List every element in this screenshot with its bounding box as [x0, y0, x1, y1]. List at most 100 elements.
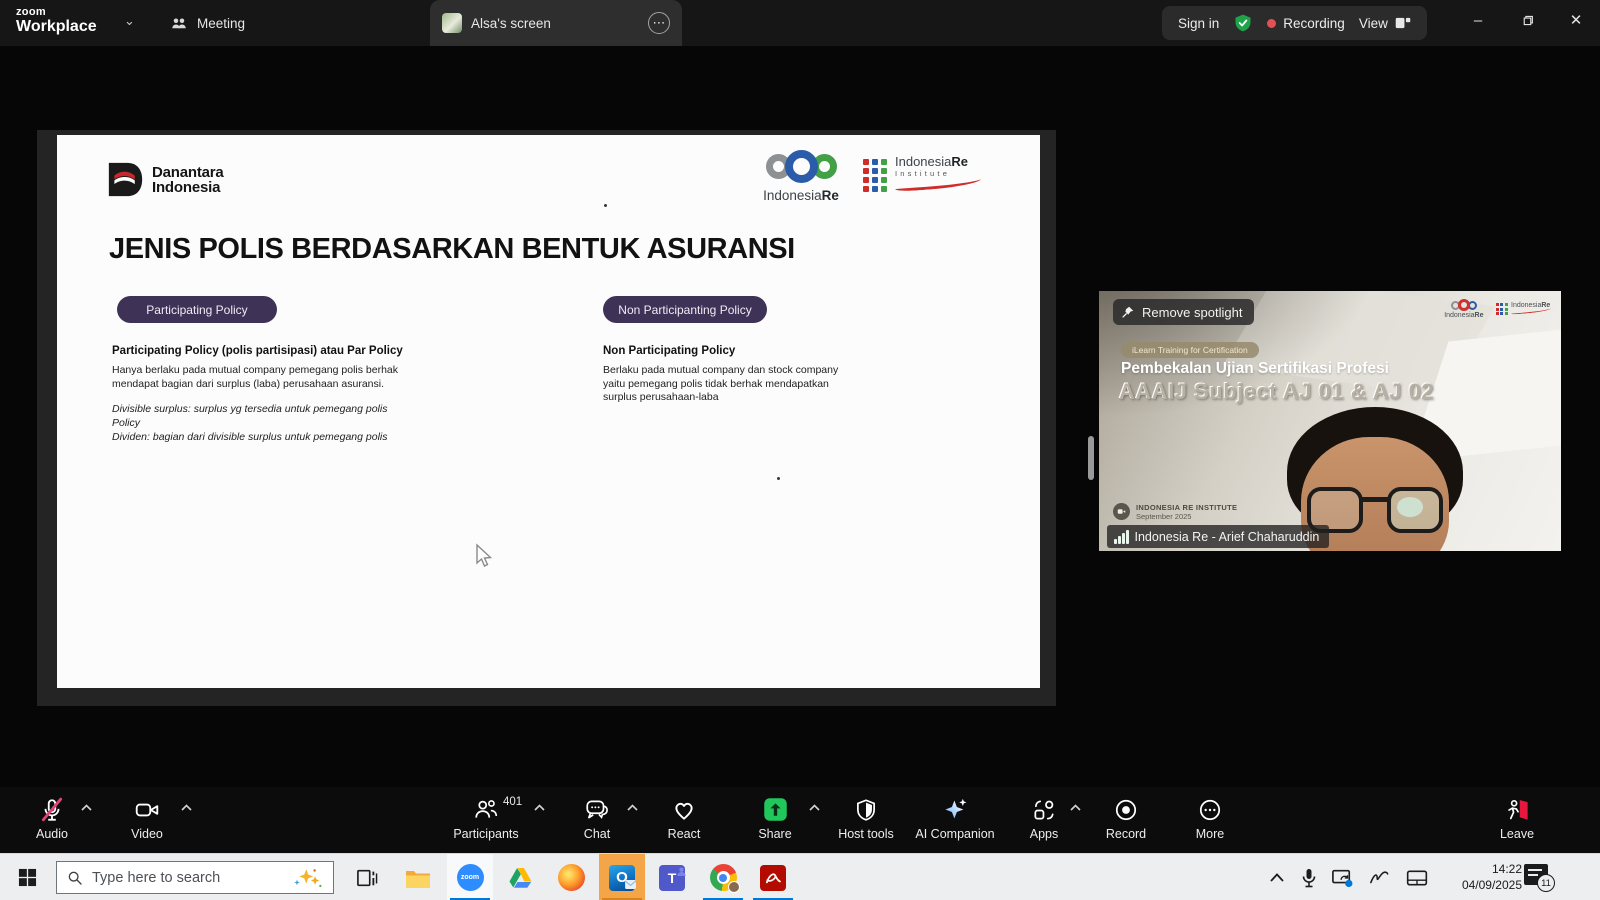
- audio-options-chevron[interactable]: [81, 804, 92, 811]
- close-button[interactable]: ✕: [1553, 0, 1599, 40]
- heart-react-icon: [675, 802, 693, 820]
- apps-button[interactable]: Apps: [1000, 796, 1088, 841]
- tray-touchpad-icon[interactable]: [1402, 854, 1432, 900]
- zoom-app-label: zoom: [460, 874, 480, 881]
- share-options-chevron[interactable]: [809, 804, 820, 811]
- taskbar-icon-file-explorer[interactable]: [395, 854, 441, 900]
- right-body: Berlaku pada mutual company dan stock co…: [603, 364, 839, 404]
- chat-options-chevron[interactable]: [627, 804, 638, 811]
- tray-microphone-icon[interactable]: [1294, 854, 1324, 900]
- participants-icon: [475, 799, 498, 818]
- participating-policy-text: Participating Policy (polis partisipasi)…: [112, 345, 414, 444]
- taskbar-icon-google-drive[interactable]: [497, 854, 543, 900]
- encryption-shield-icon[interactable]: [1233, 13, 1253, 33]
- ai-companion-label: AI Companion: [915, 827, 995, 841]
- start-button[interactable]: [6, 854, 48, 900]
- taskbar-icon-task-view[interactable]: [344, 854, 390, 900]
- participating-policy-pill: Participating Policy: [117, 296, 277, 323]
- recording-label: Recording: [1283, 15, 1345, 31]
- taskbar-icon-chrome[interactable]: [700, 854, 746, 900]
- meeting-toolbar: Audio Video Participants 401 Chat React …: [0, 787, 1600, 853]
- audio-button[interactable]: Audio: [8, 796, 96, 841]
- tray-pen-icon[interactable]: [1364, 854, 1394, 900]
- notification-count-badge: 11: [1537, 874, 1555, 892]
- chevron-down-icon[interactable]: ⌄: [124, 13, 135, 29]
- taskbar-clock[interactable]: 14:22 04/09/2025: [1436, 861, 1522, 893]
- tab-options-ellipsis-icon[interactable]: ⋯: [648, 12, 670, 34]
- tray-hidden-icons-chevron[interactable]: [1262, 854, 1292, 900]
- non-participating-policy-text: Non Participating Policy Berlaku pada mu…: [603, 345, 855, 405]
- more-button[interactable]: More: [1166, 796, 1254, 841]
- participant-name: Indonesia Re - Arief Chaharuddin: [1134, 529, 1320, 544]
- video-button[interactable]: Video: [103, 796, 191, 841]
- taskbar-search[interactable]: [56, 861, 334, 894]
- taskbar-icon-zoom[interactable]: zoom: [447, 854, 493, 900]
- video-slide-subtitle: AAAIJ Subject AJ 01 & AJ 02: [1119, 379, 1435, 404]
- zoom-workplace-logo: zoom Workplace: [16, 6, 97, 36]
- left-heading: Participating Policy (polis partisipasi)…: [112, 345, 403, 357]
- video-camera-icon: [135, 803, 159, 816]
- firefox-icon: [557, 864, 585, 891]
- title-bar: zoom Workplace ⌄ Meeting Alsa's screen ⋯…: [0, 0, 1600, 46]
- recording-indicator[interactable]: Recording: [1267, 16, 1345, 31]
- notification-center-button[interactable]: 11: [1524, 863, 1558, 893]
- sign-in-button[interactable]: Sign in: [1178, 16, 1219, 31]
- meeting-icon: [172, 18, 186, 29]
- watermark-line2: September 2025: [1136, 512, 1192, 521]
- video-options-chevron[interactable]: [181, 804, 192, 811]
- recording-dot-icon: [1267, 18, 1277, 28]
- meeting-status-pill: Sign in Recording View: [1162, 6, 1427, 40]
- record-button[interactable]: Record: [1082, 796, 1170, 841]
- minimize-button[interactable]: –: [1455, 0, 1501, 40]
- chat-button[interactable]: Chat: [553, 796, 641, 841]
- share-button[interactable]: Share: [731, 796, 819, 841]
- ai-companion-button[interactable]: AI Companion: [911, 796, 999, 841]
- slide-dot-mark: [777, 477, 780, 480]
- mini-institute-logo: IndonesiaRe: [1495, 302, 1552, 316]
- spotlight-video-tile[interactable]: Remove spotlight IndonesiaRe IndonesiaRe: [1099, 291, 1561, 551]
- leave-button[interactable]: Leave: [1473, 796, 1561, 841]
- microphone-muted-icon: [41, 797, 63, 821]
- host-tools-label: Host tools: [838, 827, 894, 841]
- maximize-button[interactable]: [1504, 0, 1550, 40]
- tray-screen-share-icon[interactable]: [1327, 854, 1357, 900]
- teams-icon: T: [659, 864, 686, 891]
- taskbar-icon-outlook[interactable]: O: [599, 854, 645, 900]
- panel-resize-handle[interactable]: [1088, 436, 1094, 480]
- taskbar-icon-teams[interactable]: T: [649, 854, 695, 900]
- clock-time: 14:22: [1491, 862, 1522, 876]
- record-label: Record: [1105, 827, 1147, 841]
- tab-shared-screen[interactable]: Alsa's screen ⋯: [430, 0, 682, 46]
- indonesiare-label: Indonesia: [763, 188, 822, 203]
- more-label: More: [1195, 827, 1225, 841]
- share-screen-icon: [763, 798, 787, 821]
- record-icon: [1115, 799, 1137, 820]
- host-tools-button[interactable]: Host tools: [822, 796, 910, 841]
- view-button[interactable]: View: [1359, 16, 1411, 31]
- taskbar-icon-acrobat[interactable]: [750, 854, 796, 900]
- mini-indonesiare-label: Indonesia: [1444, 312, 1475, 319]
- danantara-label-1: Danantara: [152, 163, 224, 181]
- right-heading: Non Participating Policy: [603, 345, 736, 357]
- search-icon: [68, 871, 82, 885]
- danantara-logo-icon: [108, 162, 143, 197]
- participant-name-label: Indonesia Re - Arief Chaharuddin: [1107, 525, 1330, 548]
- indonesiare-logo: IndonesiaRe: [751, 146, 851, 203]
- remove-spotlight-button[interactable]: Remove spotlight: [1113, 299, 1255, 325]
- indonesiare-institute-logo: IndonesiaRe Institute: [863, 155, 982, 193]
- participants-options-chevron[interactable]: [534, 804, 545, 811]
- ai-companion-sparkle-icon: [944, 798, 966, 819]
- view-layout-icon: [1395, 17, 1411, 29]
- react-button[interactable]: React: [640, 796, 728, 841]
- search-input[interactable]: [92, 869, 284, 886]
- tab-meeting[interactable]: Meeting: [170, 0, 245, 46]
- chat-label: Chat: [583, 827, 611, 841]
- apps-label: Apps: [1029, 827, 1059, 841]
- taskbar-icon-firefox[interactable]: [548, 854, 594, 900]
- audio-label: Audio: [36, 827, 68, 841]
- mini-indonesiare-label-bold: Re: [1474, 312, 1484, 319]
- brand-workplace: Workplace: [16, 18, 97, 35]
- file-explorer-icon: [406, 870, 430, 888]
- apps-options-chevron[interactable]: [1070, 804, 1081, 811]
- share-label: Share: [758, 827, 792, 841]
